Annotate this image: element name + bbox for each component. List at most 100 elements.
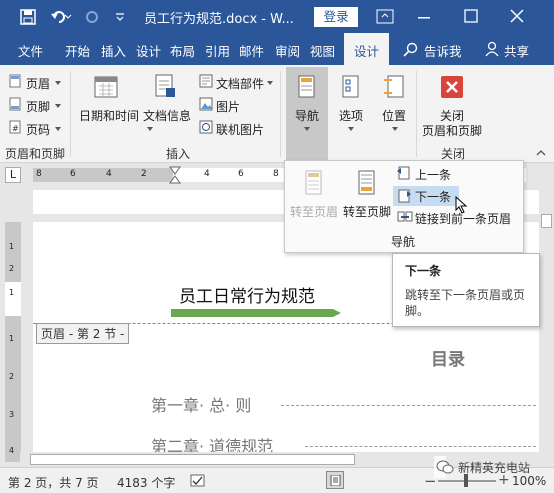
maximize-icon[interactable] bbox=[464, 9, 478, 23]
svg-text:#: # bbox=[12, 124, 19, 133]
print-layout-icon bbox=[330, 475, 341, 486]
tab-selector[interactable]: L bbox=[5, 167, 21, 183]
goto-footer-button[interactable]: 转至页脚 bbox=[343, 203, 391, 220]
dropdown-arrow-icon bbox=[304, 127, 310, 131]
close-window-icon[interactable] bbox=[510, 9, 524, 23]
online-pictures-button[interactable]: 联机图片 bbox=[216, 121, 264, 138]
ruler-margin-left bbox=[33, 168, 173, 182]
proofing-icon[interactable] bbox=[190, 473, 206, 489]
tab-insert[interactable]: 插入 bbox=[101, 41, 126, 60]
word-count[interactable]: 4183 个字 bbox=[117, 474, 175, 491]
indent-marker-icon[interactable] bbox=[169, 166, 181, 186]
date-time-button[interactable]: 日期和时间 bbox=[79, 107, 139, 124]
group-label-header-footer: 页眉和页脚 bbox=[5, 147, 66, 161]
ribbon-tabs: 文件 开始 插入 设计 布局 引用 邮件 审阅 视图 设计 告诉我 共享 bbox=[0, 33, 554, 65]
group-divider bbox=[416, 71, 417, 157]
dropdown-arrow-icon bbox=[147, 127, 153, 131]
print-layout-view-button[interactable] bbox=[326, 471, 344, 489]
header-button[interactable]: 页眉 bbox=[26, 75, 50, 92]
goto-header-button[interactable]: 转至页眉 bbox=[290, 203, 338, 220]
next-button[interactable]: 下一条 bbox=[393, 186, 459, 206]
scrollbar-thumb[interactable] bbox=[30, 454, 355, 465]
ruler-number: 4 bbox=[106, 169, 112, 179]
save-icon[interactable] bbox=[20, 9, 36, 25]
tab-design[interactable]: 设计 bbox=[136, 41, 161, 60]
previous-button[interactable]: 上一条 bbox=[415, 166, 451, 183]
toc-leader bbox=[305, 446, 536, 447]
navigation-icon bbox=[298, 75, 315, 98]
close-header-footer-line2[interactable]: 页眉和页脚 bbox=[422, 122, 482, 139]
previous-icon bbox=[397, 166, 410, 180]
ruler-number: 1 bbox=[9, 242, 15, 251]
ruler-number: 2 bbox=[9, 372, 15, 381]
login-button[interactable]: 登录 bbox=[314, 7, 358, 27]
dropdown-arrow-icon bbox=[392, 127, 398, 131]
page-number-icon: # bbox=[9, 120, 21, 134]
tab-references[interactable]: 引用 bbox=[205, 41, 230, 60]
goto-footer-icon bbox=[358, 170, 375, 195]
toc-title: 目录 bbox=[431, 350, 465, 370]
dropdown-arrow-icon bbox=[55, 104, 61, 108]
position-button[interactable]: 位置 bbox=[382, 107, 406, 124]
calendar-icon bbox=[94, 76, 118, 98]
header-text[interactable]: 员工日常行为规范 bbox=[179, 282, 315, 307]
vertical-ruler: 1 2 1 1 2 3 4 bbox=[5, 222, 21, 462]
redo-icon[interactable] bbox=[84, 9, 100, 25]
ribbon: 页眉 页脚 # 页码 页眉和页脚 日期和时间 文档信息 文档部件 图片 联机图片… bbox=[0, 65, 554, 163]
header-section-tag: 页眉 - 第 2 节 - bbox=[36, 323, 130, 344]
collapse-ribbon-icon[interactable] bbox=[536, 149, 546, 157]
header-arrow-decoration bbox=[171, 309, 341, 317]
dropdown-arrow-icon bbox=[55, 127, 61, 131]
navigation-button[interactable]: 导航 bbox=[286, 67, 328, 163]
document-info-icon bbox=[155, 74, 175, 97]
tab-layout[interactable]: 布局 bbox=[170, 41, 195, 60]
share-user-icon[interactable] bbox=[485, 41, 501, 57]
customize-toolbar-icon[interactable] bbox=[115, 12, 125, 22]
pictures-button[interactable]: 图片 bbox=[216, 98, 240, 115]
footer-icon bbox=[9, 97, 21, 111]
ruler-number: 2 bbox=[9, 264, 15, 273]
tooltip-body-line2: 脚。 bbox=[405, 304, 430, 318]
minimize-icon[interactable] bbox=[418, 16, 432, 20]
tab-view[interactable]: 视图 bbox=[310, 41, 335, 60]
page-count[interactable]: 第 2 页，共 7 页 bbox=[8, 474, 99, 491]
ruler-number: 3 bbox=[9, 410, 15, 419]
group-divider bbox=[70, 71, 71, 157]
vertical-scrollbar[interactable] bbox=[539, 214, 554, 450]
tab-header-footer-design[interactable]: 设计 bbox=[344, 33, 390, 65]
tab-mailings[interactable]: 邮件 bbox=[239, 41, 264, 60]
document-info-button[interactable]: 文档信息 bbox=[143, 107, 191, 124]
link-to-previous-button[interactable]: 链接到前一条页眉 bbox=[415, 210, 511, 227]
wechat-icon bbox=[436, 460, 454, 474]
group-divider bbox=[280, 71, 281, 157]
ruler-number: 2 bbox=[141, 169, 147, 179]
dropdown-arrow-icon bbox=[55, 81, 61, 85]
zoom-level[interactable]: 100% bbox=[512, 474, 546, 488]
next-icon bbox=[398, 189, 411, 203]
share-button[interactable]: 共享 bbox=[504, 41, 529, 60]
tab-review[interactable]: 审阅 bbox=[275, 41, 300, 60]
options-icon bbox=[342, 75, 359, 98]
position-icon bbox=[384, 75, 404, 98]
navigation-label: 导航 bbox=[295, 109, 320, 123]
tooltip: 下一条 跳转至下一条页眉或页 脚。 bbox=[392, 253, 540, 327]
search-icon[interactable] bbox=[403, 42, 419, 58]
ruler-number: 8 bbox=[273, 169, 279, 179]
page-number-button[interactable]: 页码 bbox=[26, 121, 50, 138]
footer-button[interactable]: 页脚 bbox=[26, 98, 50, 115]
undo-icon[interactable] bbox=[50, 9, 72, 25]
dropdown-arrow-icon bbox=[267, 81, 273, 85]
goto-header-icon bbox=[305, 170, 322, 195]
options-button[interactable]: 选项 bbox=[339, 107, 363, 124]
watermark-text: 新精英充电站 bbox=[458, 461, 531, 475]
tell-me-box[interactable]: 告诉我 bbox=[424, 41, 462, 60]
scrollbar-thumb[interactable] bbox=[541, 214, 552, 228]
window-title: 员工行为规范.docx - W... bbox=[144, 12, 294, 27]
document-parts-button[interactable]: 文档部件 bbox=[216, 75, 264, 92]
next-label: 下一条 bbox=[415, 190, 452, 204]
ribbon-display-icon[interactable] bbox=[376, 9, 394, 25]
tab-home[interactable]: 开始 bbox=[65, 41, 90, 60]
tab-file[interactable]: 文件 bbox=[18, 41, 43, 60]
header-icon bbox=[9, 74, 21, 88]
watermark: 新精英充电站 bbox=[434, 456, 530, 478]
